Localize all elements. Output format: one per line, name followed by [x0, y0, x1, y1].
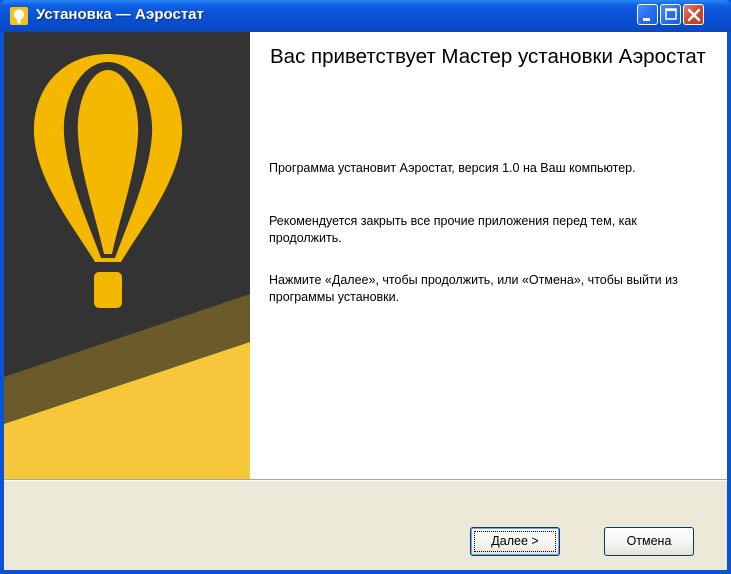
minimize-button[interactable]: [637, 4, 658, 25]
maximize-button[interactable]: [660, 4, 681, 25]
wizard-content: Вас приветствует Мастер установки Аэрост…: [250, 32, 727, 479]
app-icon: [10, 7, 28, 25]
title-bar[interactable]: Установка — Аэростат: [0, 0, 731, 32]
minimize-icon: [643, 18, 650, 21]
window-client-area: Вас приветствует Мастер установки Аэрост…: [4, 32, 727, 570]
wizard-banner: [4, 32, 250, 479]
window-title: Установка — Аэростат: [36, 6, 204, 23]
close-apps-text: Рекомендуется закрыть все прочие приложе…: [269, 214, 637, 245]
divider: [4, 479, 727, 481]
page-title: Вас приветствует Мастер установки Аэрост…: [270, 45, 706, 68]
close-button[interactable]: [683, 4, 704, 25]
next-button[interactable]: Далее >: [470, 527, 560, 556]
next-button-label: Далее >: [491, 534, 539, 548]
maximize-icon: [665, 8, 677, 20]
cancel-button-label: Отмена: [626, 534, 672, 548]
installer-window: Установка — Аэростат Вас приветствует Ма…: [0, 0, 731, 574]
install-info-text: Программа установит Аэростат, версия 1.0…: [269, 161, 636, 175]
instructions-text: Нажмите «Далее», чтобы продолжить, или «…: [269, 273, 678, 304]
close-icon: [687, 8, 701, 22]
cancel-button[interactable]: Отмена: [604, 527, 694, 556]
banner-graphic: [4, 32, 250, 479]
